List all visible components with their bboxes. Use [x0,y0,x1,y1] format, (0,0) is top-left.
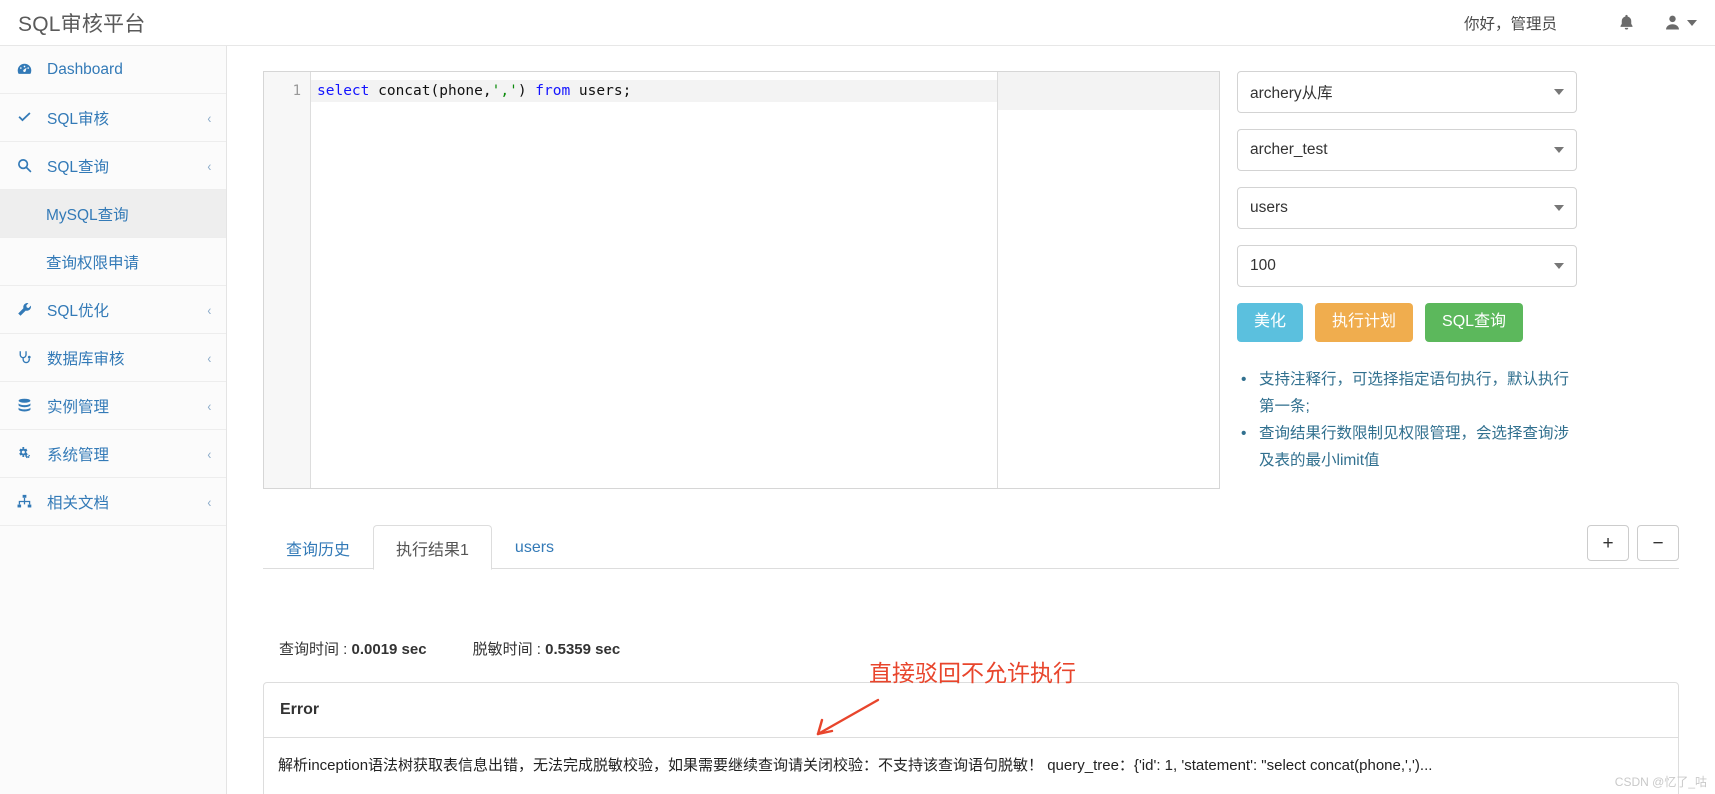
sql-table-name: users; [570,83,632,99]
query-time-label: 查询时间 : [279,641,348,658]
error-panel-title: Error [280,701,320,718]
query-time-value: 0.0019 sec [351,641,427,658]
sidebar: Dashboard SQL审核 ‹ SQL查询 ‹ MySQL查询 查询权限申请… [0,46,227,794]
tab-execution-result[interactable]: 执行结果1 [373,525,492,570]
sitemap-icon [16,493,38,510]
main-content: 1 select concat(phone,',') from users; a… [227,46,1715,794]
run-query-button[interactable]: SQL查询 [1425,303,1524,342]
chevron-left-icon: ‹ [207,301,212,318]
chevron-left-icon: ‹ [207,157,212,174]
sidebar-item-label: Dashboard [47,60,123,78]
sql-keyword-from: from [535,83,571,99]
sql-function-concat: concat(phone, [369,83,492,99]
tips-list: 支持注释行，可选择指定语句执行，默认执行第一条; 查询结果行数限制见权限管理，会… [1237,366,1582,475]
zoom-in-button[interactable]: + [1587,525,1629,561]
mask-time-value: 0.5359 sec [545,641,621,658]
mask-time: 脱敏时间 : 0.5359 sec [473,638,621,659]
sidebar-subitem-label: 查询权限申请 [46,254,140,272]
chevron-left-icon: ‹ [207,493,212,510]
table-select[interactable]: users [1237,187,1577,229]
sidebar-item-label: SQL审核 [47,110,110,128]
app-title: SQL审核平台 [18,12,146,36]
dashboard-icon [16,61,38,78]
user-greeting: 你好，管理员 [1463,15,1557,33]
sidebar-item-label: 系统管理 [47,446,110,464]
check-icon [16,109,38,126]
tip-item: 查询结果行数限制见权限管理，会选择查询涉及表的最小limit值 [1237,420,1582,474]
tab-users[interactable]: users [492,525,577,570]
chevron-down-icon [1554,263,1564,269]
sidebar-item-system-mgmt[interactable]: 系统管理 ‹ [0,430,226,478]
sidebar-item-label: SQL优化 [47,302,110,320]
editor-code-area[interactable]: select concat(phone,',') from users; [311,72,1219,488]
tip-item: 支持注释行，可选择指定语句执行，默认执行第一条; [1237,366,1582,420]
error-message: 解析inception语法树获取表信息出错，无法完成脱敏校验，如果需要继续查询请… [278,757,1433,774]
tab-query-history[interactable]: 查询历史 [263,525,373,570]
wrench-icon [16,301,38,318]
query-time: 查询时间 : 0.0019 sec [279,638,427,659]
sql-string-literal: ',' [491,83,518,99]
instance-select-value: archery从库 [1250,85,1333,102]
database-select-value: archer_test [1250,141,1328,158]
sidebar-subitem-label: MySQL查询 [46,206,129,224]
sidebar-item-dashboard[interactable]: Dashboard [0,46,226,94]
error-panel: Error 解析inception语法树获取表信息出错，无法完成脱敏校验，如果需… [263,682,1679,794]
bell-icon[interactable] [1603,0,1649,46]
instance-select[interactable]: archery从库 [1237,71,1577,113]
zoom-buttons: + − [1587,525,1679,561]
sidebar-item-docs[interactable]: 相关文档 ‹ [0,478,226,526]
watermark: CSDN @忆了_咕 [1614,775,1707,789]
top-bar: SQL审核平台 你好，管理员 [0,0,1715,46]
annotation-arrow-icon [816,698,880,736]
sidebar-item-mysql-query[interactable]: MySQL查询 [0,190,226,238]
chevron-left-icon: ‹ [207,397,212,414]
top-bar-right: 你好，管理员 [1464,0,1715,46]
limit-select[interactable]: 100 [1237,245,1577,287]
search-icon [16,157,38,174]
mask-time-label: 脱敏时间 : [472,641,541,658]
sidebar-item-instance-mgmt[interactable]: 实例管理 ‹ [0,382,226,430]
sidebar-item-sql-optimize[interactable]: SQL优化 ‹ [0,286,226,334]
results-tabs: 查询历史 执行结果1 users [263,524,1679,570]
sidebar-item-query-permission[interactable]: 查询权限申请 [0,238,226,286]
chevron-down-icon[interactable] [1687,19,1697,26]
sql-keyword-select: select [317,83,370,99]
sidebar-item-sql-audit[interactable]: SQL审核 ‹ [0,94,226,142]
sidebar-item-db-audit[interactable]: 数据库审核 ‹ [0,334,226,382]
chevron-down-icon [1554,205,1564,211]
line-number: 1 [292,83,301,99]
query-controls-panel: archery从库 archer_test users 100 美化 执行计划 … [1237,71,1577,490]
table-select-value: users [1250,199,1288,216]
editor-gutter: 1 [264,72,311,488]
database-select[interactable]: archer_test [1237,129,1577,171]
chevron-down-icon [1554,147,1564,153]
limit-select-value: 100 [1250,257,1276,274]
chevron-down-icon [1554,89,1564,95]
zoom-out-button[interactable]: − [1637,525,1679,561]
sql-editor[interactable]: 1 select concat(phone,',') from users; [263,71,1220,489]
database-icon [16,397,38,414]
sidebar-item-label: SQL查询 [47,158,110,176]
timing-row: 查询时间 : 0.0019 sec 脱敏时间 : 0.5359 sec [279,638,620,659]
annotation-text: 直接驳回不允许执行 [869,660,1076,686]
chevron-left-icon: ‹ [207,445,212,462]
chevron-left-icon: ‹ [207,349,212,366]
sidebar-item-sql-query[interactable]: SQL查询 ‹ [0,142,226,190]
sidebar-item-label: 数据库审核 [47,350,125,368]
editor-right-pane [997,72,1219,488]
explain-plan-button[interactable]: 执行计划 [1315,303,1414,342]
chevron-left-icon: ‹ [207,109,212,126]
page-root: SQL审核平台 你好，管理员 Dashboard SQL审核 ‹ SQL查询 ‹… [0,0,1715,794]
gears-icon [16,445,38,462]
action-buttons: 美化 执行计划 SQL查询 [1237,303,1577,342]
stethoscope-icon [16,349,38,366]
sidebar-item-label: 实例管理 [47,398,110,416]
sidebar-item-label: 相关文档 [47,494,110,512]
sql-close-paren: ) [517,83,536,99]
editor-right-pane-highlight [998,72,1219,110]
beautify-button[interactable]: 美化 [1237,303,1304,342]
code-mirror[interactable]: 1 select concat(phone,',') from users; [264,72,1219,488]
